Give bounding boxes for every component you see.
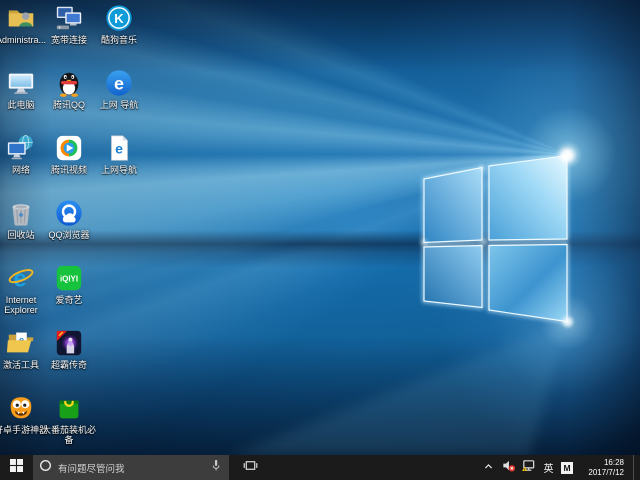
- qq-browser-icon: [54, 198, 84, 228]
- clock-time: 16:28: [582, 458, 624, 468]
- windows-flag-icon: [10, 459, 23, 477]
- icon-label: Internet Explorer: [0, 295, 48, 315]
- search-input[interactable]: 有问题尽管问我: [33, 455, 229, 480]
- dual-monitor-icon: [54, 3, 84, 33]
- kugou-music-icon: K: [104, 3, 134, 33]
- microphone-icon[interactable]: [209, 458, 223, 478]
- iqiyi-icon: iQIYI: [54, 263, 84, 293]
- icon-label: 宽带连接: [42, 35, 96, 45]
- tray-overflow-button[interactable]: [481, 455, 496, 480]
- volume-tray-button[interactable]: [501, 455, 516, 480]
- icon-label: 网络: [0, 165, 48, 175]
- game-character-icon: [54, 328, 84, 358]
- green-bag-icon: [54, 393, 84, 423]
- internet-explorer-icon: e: [6, 263, 36, 293]
- icon-label: 上网 导航: [92, 100, 146, 110]
- network-tray-button[interactable]: [521, 455, 536, 480]
- icon-label: 腾讯视频: [42, 165, 96, 175]
- desktop-icon-internet-navigation-doc[interactable]: e 上网导航: [92, 133, 146, 175]
- icon-label: QQ浏览器: [42, 230, 96, 240]
- desktop-icon-this-pc[interactable]: 此电脑: [0, 68, 48, 110]
- desktop-icon-big-tomato[interactable]: 大番茄装机必备: [42, 393, 96, 445]
- icon-label: 腾讯QQ: [42, 100, 96, 110]
- icon-label: 好卓手游神器: [0, 425, 48, 435]
- desktop-icon-internet-explorer[interactable]: e Internet Explorer: [0, 263, 48, 315]
- svg-text:K: K: [114, 11, 124, 26]
- icon-label: 大番茄装机必备: [42, 425, 96, 445]
- user-folder-icon: [6, 3, 36, 33]
- icon-label: 上网导航: [92, 165, 146, 175]
- icon-label: 回收站: [0, 230, 48, 240]
- svg-text:e: e: [114, 74, 124, 94]
- icon-label: 超霸传奇: [42, 360, 96, 370]
- icon-label: Administra...: [0, 35, 48, 45]
- play-button-icon: [54, 133, 84, 163]
- desktop-icon-internet-navigation[interactable]: e 上网 导航: [92, 68, 146, 110]
- show-desktop-button[interactable]: [633, 455, 638, 480]
- desktop-icon-broadband[interactable]: 宽带连接: [42, 3, 96, 45]
- ime-language-indicator[interactable]: 英: [541, 455, 556, 480]
- desktop-icon-recycle-bin[interactable]: 回收站: [0, 198, 48, 240]
- cortana-icon: [39, 459, 52, 477]
- task-view-icon: [243, 458, 258, 478]
- desktop-icon-qq-browser[interactable]: QQ浏览器: [42, 198, 96, 240]
- start-button[interactable]: [0, 455, 33, 480]
- network-globe-icon: [6, 133, 36, 163]
- taskbar-clock[interactable]: 16:28 2017/7/12: [578, 458, 628, 477]
- taskbar: 有问题尽管问我: [0, 455, 640, 480]
- chevron-up-icon: [483, 459, 494, 477]
- search-placeholder: 有问题尽管问我: [58, 461, 203, 475]
- desktop-icon-tencent-qq[interactable]: 腾讯QQ: [42, 68, 96, 110]
- icon-label: 此电脑: [0, 100, 48, 110]
- system-tray: 英 M 16:28 2017/7/12: [481, 455, 640, 480]
- volume-muted-icon: [501, 458, 516, 478]
- desktop: Administra... 宽带连接 K 酷狗音乐 此电脑 腾讯QQ e 上网 …: [0, 0, 640, 480]
- open-folder-icon: e: [6, 328, 36, 358]
- icon-label: 爱奇艺: [42, 295, 96, 305]
- orange-monster-icon: [6, 393, 36, 423]
- svg-text:iQIYI: iQIYI: [60, 274, 78, 283]
- desktop-icon-iqiyi[interactable]: iQIYI 爱奇艺: [42, 263, 96, 305]
- desktop-icon-haozhuo[interactable]: 好卓手游神器: [0, 393, 48, 435]
- desktop-icon-kugou[interactable]: K 酷狗音乐: [92, 3, 146, 45]
- document-e-icon: e: [104, 133, 134, 163]
- icon-label: 酷狗音乐: [92, 35, 146, 45]
- desktop-icon-administrator[interactable]: Administra...: [0, 3, 48, 45]
- monitor-icon: [6, 68, 36, 98]
- recycle-bin-icon: [6, 198, 36, 228]
- icon-label: 激活工具: [0, 360, 48, 370]
- blue-e-circle-icon: e: [104, 68, 134, 98]
- qq-penguin-icon: [54, 68, 84, 98]
- desktop-icon-chaoba-legend[interactable]: 超霸传奇: [42, 328, 96, 370]
- task-view-button[interactable]: [236, 455, 264, 480]
- clock-date: 2017/7/12: [582, 468, 624, 478]
- desktop-icon-activation-tool[interactable]: e 激活工具: [0, 328, 48, 370]
- ime-icon[interactable]: M: [561, 462, 573, 474]
- desktop-icon-tencent-video[interactable]: 腾讯视频: [42, 133, 96, 175]
- network-warning-icon: [521, 458, 536, 478]
- desktop-icon-network[interactable]: 网络: [0, 133, 48, 175]
- svg-text:e: e: [115, 141, 123, 157]
